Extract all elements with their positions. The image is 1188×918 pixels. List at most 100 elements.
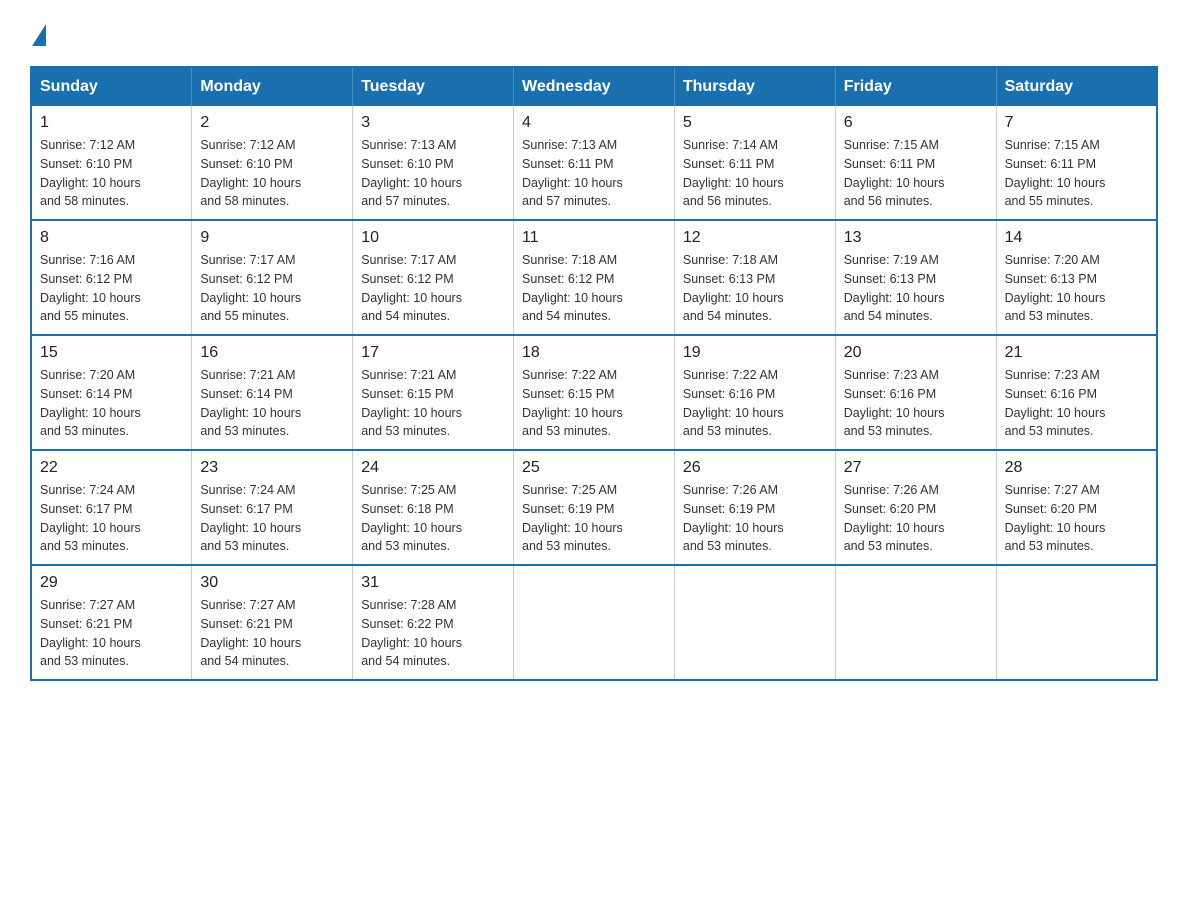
calendar-cell: 11 Sunrise: 7:18 AM Sunset: 6:12 PM Dayl… [514,220,675,335]
calendar-cell: 25 Sunrise: 7:25 AM Sunset: 6:19 PM Dayl… [514,450,675,565]
calendar-cell: 24 Sunrise: 7:25 AM Sunset: 6:18 PM Dayl… [353,450,514,565]
calendar-cell: 7 Sunrise: 7:15 AM Sunset: 6:11 PM Dayli… [996,106,1157,220]
calendar-cell: 21 Sunrise: 7:23 AM Sunset: 6:16 PM Dayl… [996,335,1157,450]
day-info: Sunrise: 7:27 AM Sunset: 6:20 PM Dayligh… [1005,481,1148,556]
day-number: 13 [844,229,988,247]
logo-triangle-icon [32,24,46,46]
day-info: Sunrise: 7:13 AM Sunset: 6:11 PM Dayligh… [522,136,666,211]
header-cell-sunday: Sunday [31,67,192,106]
day-number: 18 [522,344,666,362]
calendar-cell: 28 Sunrise: 7:27 AM Sunset: 6:20 PM Dayl… [996,450,1157,565]
day-number: 24 [361,459,505,477]
day-number: 4 [522,114,666,132]
day-number: 20 [844,344,988,362]
day-info: Sunrise: 7:21 AM Sunset: 6:14 PM Dayligh… [200,366,344,441]
day-number: 31 [361,574,505,592]
day-number: 25 [522,459,666,477]
day-number: 14 [1005,229,1148,247]
week-row-2: 8 Sunrise: 7:16 AM Sunset: 6:12 PM Dayli… [31,220,1157,335]
day-info: Sunrise: 7:26 AM Sunset: 6:20 PM Dayligh… [844,481,988,556]
calendar-cell: 8 Sunrise: 7:16 AM Sunset: 6:12 PM Dayli… [31,220,192,335]
calendar-cell: 26 Sunrise: 7:26 AM Sunset: 6:19 PM Dayl… [674,450,835,565]
calendar-cell [835,565,996,680]
page-header [30,20,1158,46]
day-info: Sunrise: 7:18 AM Sunset: 6:12 PM Dayligh… [522,251,666,326]
day-info: Sunrise: 7:15 AM Sunset: 6:11 PM Dayligh… [844,136,988,211]
day-number: 16 [200,344,344,362]
day-info: Sunrise: 7:20 AM Sunset: 6:13 PM Dayligh… [1005,251,1148,326]
day-info: Sunrise: 7:25 AM Sunset: 6:18 PM Dayligh… [361,481,505,556]
day-number: 5 [683,114,827,132]
day-number: 3 [361,114,505,132]
logo [30,20,46,46]
day-info: Sunrise: 7:18 AM Sunset: 6:13 PM Dayligh… [683,251,827,326]
calendar-cell [674,565,835,680]
calendar-cell: 1 Sunrise: 7:12 AM Sunset: 6:10 PM Dayli… [31,106,192,220]
day-info: Sunrise: 7:21 AM Sunset: 6:15 PM Dayligh… [361,366,505,441]
day-number: 7 [1005,114,1148,132]
day-number: 22 [40,459,183,477]
day-number: 26 [683,459,827,477]
calendar-cell: 27 Sunrise: 7:26 AM Sunset: 6:20 PM Dayl… [835,450,996,565]
week-row-5: 29 Sunrise: 7:27 AM Sunset: 6:21 PM Dayl… [31,565,1157,680]
calendar-cell: 18 Sunrise: 7:22 AM Sunset: 6:15 PM Dayl… [514,335,675,450]
header-cell-monday: Monday [192,67,353,106]
day-info: Sunrise: 7:24 AM Sunset: 6:17 PM Dayligh… [200,481,344,556]
day-number: 28 [1005,459,1148,477]
calendar-cell: 6 Sunrise: 7:15 AM Sunset: 6:11 PM Dayli… [835,106,996,220]
calendar-cell: 19 Sunrise: 7:22 AM Sunset: 6:16 PM Dayl… [674,335,835,450]
calendar-cell [996,565,1157,680]
day-number: 9 [200,229,344,247]
calendar-cell: 12 Sunrise: 7:18 AM Sunset: 6:13 PM Dayl… [674,220,835,335]
calendar-cell: 29 Sunrise: 7:27 AM Sunset: 6:21 PM Dayl… [31,565,192,680]
calendar-cell: 14 Sunrise: 7:20 AM Sunset: 6:13 PM Dayl… [996,220,1157,335]
day-number: 21 [1005,344,1148,362]
calendar-cell [514,565,675,680]
day-number: 19 [683,344,827,362]
calendar-cell: 22 Sunrise: 7:24 AM Sunset: 6:17 PM Dayl… [31,450,192,565]
header-cell-thursday: Thursday [674,67,835,106]
day-info: Sunrise: 7:28 AM Sunset: 6:22 PM Dayligh… [361,596,505,671]
day-info: Sunrise: 7:17 AM Sunset: 6:12 PM Dayligh… [200,251,344,326]
logo-combined [30,20,46,46]
day-number: 27 [844,459,988,477]
calendar-cell: 9 Sunrise: 7:17 AM Sunset: 6:12 PM Dayli… [192,220,353,335]
calendar-cell: 13 Sunrise: 7:19 AM Sunset: 6:13 PM Dayl… [835,220,996,335]
day-info: Sunrise: 7:26 AM Sunset: 6:19 PM Dayligh… [683,481,827,556]
calendar-cell: 23 Sunrise: 7:24 AM Sunset: 6:17 PM Dayl… [192,450,353,565]
day-info: Sunrise: 7:25 AM Sunset: 6:19 PM Dayligh… [522,481,666,556]
day-info: Sunrise: 7:17 AM Sunset: 6:12 PM Dayligh… [361,251,505,326]
day-number: 30 [200,574,344,592]
day-number: 11 [522,229,666,247]
header-cell-wednesday: Wednesday [514,67,675,106]
day-info: Sunrise: 7:16 AM Sunset: 6:12 PM Dayligh… [40,251,183,326]
day-info: Sunrise: 7:27 AM Sunset: 6:21 PM Dayligh… [200,596,344,671]
day-info: Sunrise: 7:23 AM Sunset: 6:16 PM Dayligh… [844,366,988,441]
calendar-cell: 4 Sunrise: 7:13 AM Sunset: 6:11 PM Dayli… [514,106,675,220]
calendar-cell: 31 Sunrise: 7:28 AM Sunset: 6:22 PM Dayl… [353,565,514,680]
day-number: 23 [200,459,344,477]
day-info: Sunrise: 7:12 AM Sunset: 6:10 PM Dayligh… [40,136,183,211]
calendar-cell: 2 Sunrise: 7:12 AM Sunset: 6:10 PM Dayli… [192,106,353,220]
header-cell-saturday: Saturday [996,67,1157,106]
calendar-cell: 20 Sunrise: 7:23 AM Sunset: 6:16 PM Dayl… [835,335,996,450]
day-info: Sunrise: 7:14 AM Sunset: 6:11 PM Dayligh… [683,136,827,211]
day-info: Sunrise: 7:23 AM Sunset: 6:16 PM Dayligh… [1005,366,1148,441]
calendar-cell: 17 Sunrise: 7:21 AM Sunset: 6:15 PM Dayl… [353,335,514,450]
day-number: 29 [40,574,183,592]
day-info: Sunrise: 7:13 AM Sunset: 6:10 PM Dayligh… [361,136,505,211]
week-row-3: 15 Sunrise: 7:20 AM Sunset: 6:14 PM Dayl… [31,335,1157,450]
week-row-1: 1 Sunrise: 7:12 AM Sunset: 6:10 PM Dayli… [31,106,1157,220]
day-info: Sunrise: 7:24 AM Sunset: 6:17 PM Dayligh… [40,481,183,556]
calendar-header: SundayMondayTuesdayWednesdayThursdayFrid… [31,67,1157,106]
day-info: Sunrise: 7:20 AM Sunset: 6:14 PM Dayligh… [40,366,183,441]
calendar-cell: 15 Sunrise: 7:20 AM Sunset: 6:14 PM Dayl… [31,335,192,450]
calendar-cell: 3 Sunrise: 7:13 AM Sunset: 6:10 PM Dayli… [353,106,514,220]
header-cell-tuesday: Tuesday [353,67,514,106]
day-number: 15 [40,344,183,362]
week-row-4: 22 Sunrise: 7:24 AM Sunset: 6:17 PM Dayl… [31,450,1157,565]
day-number: 12 [683,229,827,247]
day-number: 1 [40,114,183,132]
calendar-body: 1 Sunrise: 7:12 AM Sunset: 6:10 PM Dayli… [31,106,1157,680]
day-number: 8 [40,229,183,247]
